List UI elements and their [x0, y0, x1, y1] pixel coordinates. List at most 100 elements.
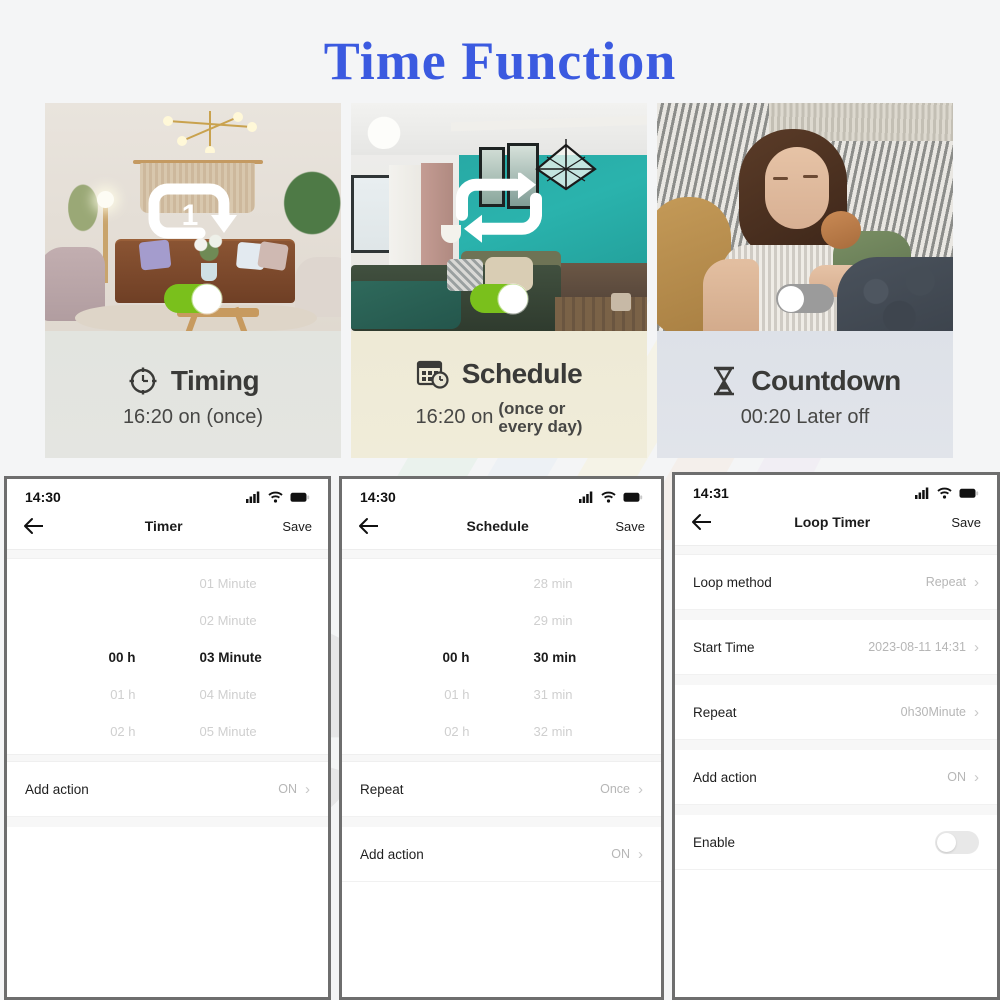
picker-minute[interactable]: 05 Minute	[200, 724, 257, 739]
card-countdown-toggle[interactable]	[776, 284, 834, 313]
row-label: Enable	[693, 834, 736, 850]
card-timing-toggle[interactable]	[164, 283, 222, 314]
row-label: Start Time	[693, 639, 755, 655]
chevron-right-icon: ›	[974, 768, 979, 786]
calendar-clock-icon	[416, 360, 449, 389]
picker-minute[interactable]: 31 min	[534, 687, 573, 702]
card-countdown-title: Countdown	[751, 365, 901, 396]
phone-loop-timer-navbar: Loop Timer Save	[675, 507, 997, 546]
chevron-right-icon: ›	[974, 703, 979, 721]
back-arrow-icon[interactable]	[23, 517, 45, 535]
row-label: Repeat	[360, 781, 404, 797]
picker-hour-selected[interactable]: 00 h	[442, 650, 469, 665]
picker-minute-selected[interactable]: 30 min	[534, 650, 577, 665]
phone-timer-title: Timer	[144, 518, 183, 534]
picker-hour-selected[interactable]: 00 h	[108, 650, 135, 665]
row-value: Repeat	[925, 575, 966, 589]
signal-icon	[246, 491, 260, 503]
chevron-right-icon: ›	[638, 845, 643, 863]
card-schedule-subtitle: 16:20 on (once or every day)	[416, 398, 583, 436]
wifi-icon	[268, 491, 283, 503]
row-add-action[interactable]: Add action ON ›	[7, 762, 328, 817]
row-label: Loop method	[693, 574, 772, 590]
phone-timer: 14:30 Timer Save 01 Minute 02 Minute 00 …	[4, 476, 331, 1000]
picker-minute[interactable]: 28 min	[534, 576, 573, 591]
phone-timer-statusbar: 14:30	[7, 479, 328, 511]
phone-loop-timer: 14:31 Loop Timer Save Loop method Repeat…	[672, 472, 1000, 1000]
battery-icon	[959, 488, 979, 498]
card-schedule: Schedule 16:20 on (once or every day)	[351, 103, 647, 458]
card-schedule-caption: Schedule 16:20 on (once or every day)	[351, 331, 647, 458]
card-countdown-caption: Countdown 00:20 Later off	[657, 331, 953, 458]
card-countdown: Countdown 00:20 Later off	[657, 103, 953, 458]
picker-hour[interactable]: 02 h	[110, 724, 135, 739]
phone-schedule-picker[interactable]: 28 min 29 min 00 h 30 min 01 h 31 min 02 h…	[342, 559, 661, 754]
card-schedule-subtitle-line1: (once or	[498, 398, 566, 418]
card-schedule-photo	[351, 103, 647, 331]
svg-text:1: 1	[182, 199, 199, 232]
phone-schedule: 14:30 Schedule Save 28 min 29 min 00 h 3…	[339, 476, 664, 1000]
wifi-icon	[601, 491, 616, 503]
row-repeat[interactable]: Repeat 0h30Minute ›	[675, 685, 997, 740]
chevron-right-icon: ›	[974, 638, 979, 656]
status-time: 14:31	[693, 485, 729, 501]
picker-minute[interactable]: 32 min	[534, 724, 573, 739]
phone-loop-timer-statusbar: 14:31	[675, 475, 997, 507]
row-add-action[interactable]: Add action ON ›	[342, 827, 661, 882]
picker-minute[interactable]: 01 Minute	[200, 576, 257, 591]
row-repeat[interactable]: Repeat Once ›	[342, 762, 661, 817]
hourglass-icon	[714, 366, 735, 396]
repeat-loop-icon	[456, 172, 542, 243]
clock-icon	[129, 367, 157, 395]
picker-hour[interactable]: 02 h	[444, 724, 469, 739]
row-label: Add action	[25, 781, 89, 797]
row-start-time[interactable]: Start Time 2023-08-11 14:31 ›	[675, 620, 997, 675]
wifi-icon	[937, 487, 952, 499]
picker-hour[interactable]: 01 h	[110, 687, 135, 702]
row-value: 2023-08-11 14:31	[868, 640, 966, 654]
phone-timer-navbar: Timer Save	[7, 511, 328, 550]
row-label: Add action	[360, 846, 424, 862]
card-timing-caption: Timing 16:20 on (once)	[45, 331, 341, 458]
picker-minute[interactable]: 29 min	[534, 613, 573, 628]
card-countdown-subtitle: 00:20 Later off	[740, 406, 870, 428]
row-value: ON	[611, 847, 630, 861]
battery-icon	[623, 492, 643, 502]
row-label: Repeat	[693, 704, 737, 720]
phone-schedule-title: Schedule	[466, 518, 529, 534]
row-enable[interactable]: Enable	[675, 815, 997, 870]
card-timing: 1 Timing 16:20 on (once)	[45, 103, 341, 458]
row-value: ON	[947, 770, 966, 784]
save-button[interactable]: Save	[951, 515, 981, 530]
repeat-once-icon: 1	[148, 183, 237, 239]
save-button[interactable]: Save	[615, 519, 645, 534]
back-arrow-icon[interactable]	[358, 517, 380, 535]
card-timing-title: Timing	[170, 365, 260, 396]
signal-icon	[579, 491, 593, 503]
card-timing-title-row: Timing	[127, 365, 260, 397]
status-time: 14:30	[25, 489, 61, 505]
picker-minute-selected[interactable]: 03 Minute	[200, 650, 262, 665]
card-countdown-photo	[657, 103, 953, 331]
row-value: Once	[600, 782, 630, 796]
picker-minute[interactable]: 02 Minute	[200, 613, 257, 628]
phone-timer-picker[interactable]: 01 Minute 02 Minute 00 h 03 Minute 01 h 04…	[7, 559, 328, 754]
chevron-right-icon: ›	[638, 780, 643, 798]
card-countdown-title-row: Countdown	[709, 365, 901, 397]
signal-icon	[915, 487, 929, 499]
card-schedule-toggle[interactable]	[470, 283, 528, 314]
save-button[interactable]: Save	[282, 519, 312, 534]
row-loop-method[interactable]: Loop method Repeat ›	[675, 555, 997, 610]
row-add-action[interactable]: Add action ON ›	[675, 750, 997, 805]
page-title: Time Function	[323, 31, 677, 91]
card-timing-subtitle: 16:20 on (once)	[122, 406, 264, 428]
enable-toggle[interactable]	[935, 830, 979, 854]
picker-hour[interactable]: 01 h	[444, 687, 469, 702]
row-value: 0h30Minute	[900, 705, 966, 719]
phone-schedule-navbar: Schedule Save	[342, 511, 661, 550]
back-arrow-icon[interactable]	[691, 513, 713, 531]
picker-minute[interactable]: 04 Minute	[200, 687, 257, 702]
battery-icon	[290, 492, 310, 502]
chevron-right-icon: ›	[305, 780, 310, 798]
feature-cards: 1 Timing 16:20 on (once) Schedule 16:20 …	[45, 103, 955, 458]
